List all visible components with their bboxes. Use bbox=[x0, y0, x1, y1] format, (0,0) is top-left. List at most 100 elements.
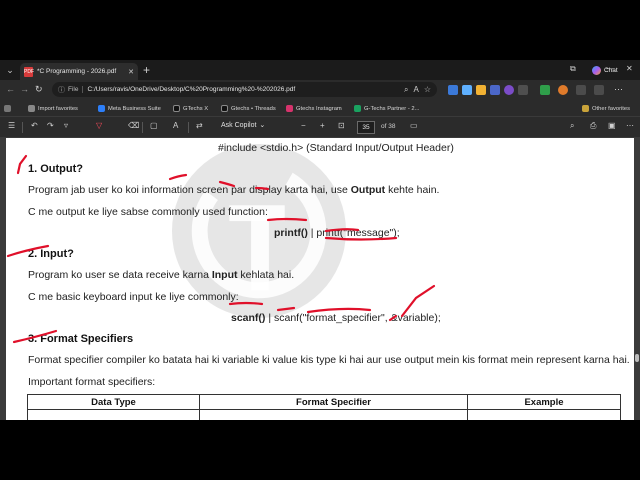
extension-icon-3[interactable] bbox=[476, 85, 486, 95]
back-icon[interactable]: ← bbox=[6, 84, 15, 94]
sec2-p1-bold: Input bbox=[211, 269, 238, 281]
section-3-heading: 3. Format Specifiers bbox=[28, 333, 134, 345]
tab-title: *C Programming - 2026.pdf bbox=[37, 68, 117, 75]
page-view-icon[interactable]: ▭ bbox=[410, 121, 418, 130]
workspaces-icon[interactable]: ⧉ bbox=[570, 64, 576, 74]
refresh-icon[interactable]: ↻ bbox=[35, 84, 43, 95]
extension-icon-2[interactable] bbox=[462, 85, 472, 95]
scanf-rest: | scanf("format_specifier", &variable); bbox=[265, 312, 441, 324]
favorite-gtechs-x[interactable]: GTechs X bbox=[173, 103, 208, 114]
printf-rest: | printf("message"); bbox=[307, 227, 400, 239]
table-header-example: Example bbox=[467, 394, 621, 410]
profile-avatar[interactable] bbox=[558, 85, 568, 95]
address-bar[interactable]: ⓘ File C:/Users/ravis/OneDrive/Desktop/C… bbox=[52, 82, 437, 97]
fit-page-icon[interactable]: ⊡ bbox=[338, 121, 345, 130]
close-window-icon[interactable]: ✕ bbox=[626, 64, 633, 73]
address-row: ← → ↻ ⓘ File C:/Users/ravis/OneDrive/Des… bbox=[0, 80, 640, 100]
toolbar-separator bbox=[142, 122, 143, 133]
section-3-paragraph-1: Format specifier compiler ko batata hai … bbox=[28, 354, 630, 366]
extensions-puzzle-icon[interactable] bbox=[594, 85, 604, 95]
pdf-page: #include <stdio.h> (Standard Input/Outpu… bbox=[6, 138, 634, 420]
format-specifier-table: Data Type Format Specifier Example bbox=[27, 394, 621, 420]
ink-mark-output bbox=[16, 154, 28, 175]
tab-actions-icon[interactable] bbox=[4, 103, 11, 114]
sec1-p1-bold: Output bbox=[350, 184, 386, 196]
sec1-p1-text-b: kehte hain. bbox=[385, 184, 440, 196]
extension-icon-6[interactable] bbox=[518, 85, 528, 95]
url-text: C:/Users/ravis/OneDrive/Desktop/C%20Prog… bbox=[87, 86, 296, 93]
tab-strip: ⌄ PDF *C Programming - 2026.pdf ✕ + Chat… bbox=[0, 60, 640, 80]
favorite-star-icon[interactable]: ☆ bbox=[424, 85, 431, 94]
favorite-gtechs-instagram[interactable]: Gtechs Instagram bbox=[286, 103, 342, 114]
info-icon: ⓘ bbox=[58, 86, 65, 94]
translate-icon[interactable]: ⇄ bbox=[196, 121, 203, 130]
favorite-gtechs-partner[interactable]: G-Techs Partner - 2... bbox=[354, 103, 419, 114]
copilot-icon bbox=[592, 65, 601, 75]
pdf-icon: PDF bbox=[24, 66, 34, 77]
contents-icon[interactable]: ☰ bbox=[8, 121, 15, 130]
draw-icon[interactable]: ▽ bbox=[96, 121, 102, 130]
chevron-down-icon: ⌄ bbox=[259, 122, 266, 129]
scanf-bold: scanf() bbox=[231, 312, 266, 324]
ask-copilot-label: Ask Copilot bbox=[221, 121, 257, 129]
forward-icon[interactable]: → bbox=[20, 84, 29, 94]
zoom-icon[interactable]: ⌕ bbox=[404, 85, 408, 95]
scanf-line: scanf() | scanf("format_specifier", &var… bbox=[231, 312, 441, 324]
extension-icon-4[interactable] bbox=[490, 85, 500, 95]
favorite-meta-business[interactable]: Meta Business Suite bbox=[98, 103, 161, 114]
zoom-out-icon[interactable]: − bbox=[301, 121, 306, 130]
favorites-bar: Import favorites Meta Business Suite GTe… bbox=[0, 100, 640, 117]
read-aloud-icon[interactable]: A bbox=[413, 85, 418, 94]
extension-icon-1[interactable] bbox=[448, 85, 458, 95]
redo-icon[interactable]: ↷ bbox=[47, 121, 54, 130]
downloads-icon[interactable] bbox=[576, 85, 586, 95]
print-icon[interactable]: ⎙ bbox=[590, 121, 596, 131]
sec1-p1-text-a: Program jab user ko koi information scre… bbox=[28, 184, 351, 196]
section-2-paragraph-2: C me basic keyboard input ke liye common… bbox=[28, 291, 239, 303]
read-aloud-icon[interactable]: A bbox=[173, 121, 178, 130]
include-code: #include <stdio.h> bbox=[218, 142, 304, 154]
page-number-input[interactable]: 35 bbox=[357, 121, 375, 134]
search-icon[interactable]: ⌕ bbox=[570, 121, 574, 131]
printf-bold: printf() bbox=[274, 227, 308, 239]
tab-actions-chevron-icon[interactable]: ⌄ bbox=[3, 64, 17, 77]
more-menu-icon[interactable]: ⋯ bbox=[614, 84, 623, 95]
save-as-icon[interactable]: ⋯ bbox=[626, 121, 634, 130]
address-scheme-label: File bbox=[68, 86, 84, 93]
highlight-icon[interactable]: ▿ bbox=[64, 121, 68, 130]
close-tab-icon[interactable]: ✕ bbox=[128, 68, 134, 76]
section-3-paragraph-2: Important format specifiers: bbox=[28, 376, 156, 388]
favorite-other[interactable]: Other favorites bbox=[582, 103, 630, 114]
tab-pdf[interactable]: PDF *C Programming - 2026.pdf ✕ bbox=[20, 63, 138, 80]
section-1-paragraph-2: C me output ke liye sabse commonly used … bbox=[28, 206, 268, 218]
section-2-paragraph-1: Program ko user se data receive karna In… bbox=[28, 269, 294, 281]
include-rest: (Standard Input/Output Header) bbox=[303, 142, 454, 154]
printf-line: printf() | printf("message"); bbox=[274, 227, 400, 239]
pdf-viewer[interactable]: #include <stdio.h> (Standard Input/Outpu… bbox=[0, 138, 640, 420]
zoom-in-icon[interactable]: + bbox=[320, 121, 325, 130]
scrollbar-thumb[interactable] bbox=[635, 354, 639, 362]
section-1-paragraph-1: Program jab user ko koi information scre… bbox=[28, 184, 439, 196]
include-line: #include <stdio.h> (Standard Input/Outpu… bbox=[218, 142, 454, 154]
text-box-icon[interactable]: ▢ bbox=[150, 121, 158, 130]
sec2-p1-text-b: kehlata hai. bbox=[237, 269, 295, 281]
extension-icon-5[interactable] bbox=[504, 85, 514, 95]
undo-icon[interactable]: ↶ bbox=[31, 121, 38, 130]
section-1-heading: 1. Output? bbox=[28, 163, 83, 175]
toolbar-separator bbox=[188, 122, 189, 133]
save-icon[interactable]: ▣ bbox=[608, 121, 616, 130]
ask-copilot-button[interactable]: Ask Copilot ⌄ bbox=[221, 121, 266, 130]
table-header-format-specifier: Format Specifier bbox=[199, 394, 468, 410]
vertical-scrollbar[interactable] bbox=[634, 216, 640, 420]
favorite-gtechs-threads[interactable]: Gtechs • Threads bbox=[221, 103, 276, 114]
section-2-heading: 2. Input? bbox=[28, 248, 74, 260]
minimize-icon[interactable]: — bbox=[606, 64, 614, 73]
browser-window: ⌄ PDF *C Programming - 2026.pdf ✕ + Chat… bbox=[0, 60, 640, 420]
favorite-import[interactable]: Import favorites bbox=[28, 103, 78, 114]
erase-icon[interactable]: ⌫ bbox=[128, 121, 139, 130]
favorites-icon[interactable] bbox=[540, 85, 550, 95]
table-row bbox=[27, 409, 621, 420]
table-header-data-type: Data Type bbox=[27, 394, 200, 410]
new-tab-button[interactable]: + bbox=[143, 63, 150, 77]
toolbar-separator bbox=[22, 122, 23, 133]
